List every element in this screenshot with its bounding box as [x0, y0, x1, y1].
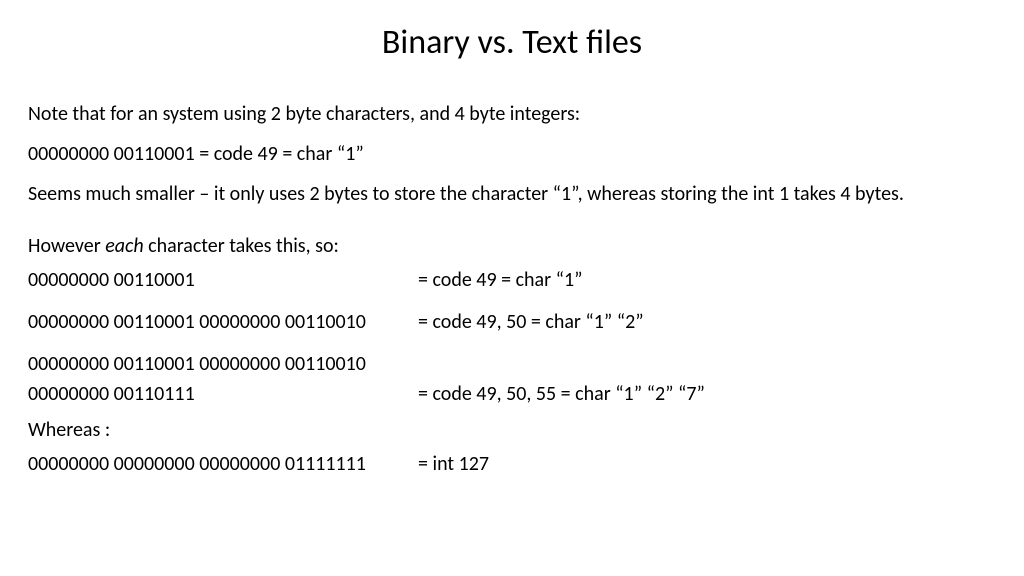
equals-cell: = code 49, 50 = char “1” “2”: [418, 309, 996, 335]
table-row: 00000000 00110001 00000000 00110010 = co…: [28, 309, 996, 335]
equals-cell: = code 49, 50, 55 = char “1” “2” “7”: [418, 381, 996, 407]
size-comparison-text: Seems much smaller – it only uses 2 byte…: [28, 181, 996, 207]
table-row: 00000000 00110001 00000000 00110010: [28, 351, 996, 377]
binary-cell: 00000000 00110001: [28, 267, 418, 293]
however-post: character takes this, so:: [144, 234, 339, 258]
equals-cell: = code 49 = char “1”: [418, 267, 996, 293]
whereas-text: Whereas :: [28, 417, 996, 443]
binary-cell: 00000000 00110001 00000000 00110010: [28, 351, 418, 377]
slide-title: Binary vs. Text files: [28, 22, 996, 63]
intro-note: Note that for an system using 2 byte cha…: [28, 101, 996, 127]
binary-cell: 00000000 00110111: [28, 381, 418, 407]
however-text: However each character takes this, so:: [28, 233, 996, 259]
binary-cell: 00000000 00110001 00000000 00110010: [28, 309, 418, 335]
equals-cell: [418, 351, 996, 377]
table-row: 00000000 00000000 00000000 01111111 = in…: [28, 451, 996, 477]
binary-cell: 00000000 00000000 00000000 01111111: [28, 451, 418, 477]
equals-cell: = int 127: [418, 451, 996, 477]
table-row: 00000000 00110001 = code 49 = char “1”: [28, 267, 996, 293]
however-emphasis: each: [105, 234, 143, 258]
however-pre: However: [28, 234, 105, 258]
example-binary-char-1: 00000000 00110001 = code 49 = char “1”: [28, 141, 996, 167]
table-row: 00000000 00110111 = code 49, 50, 55 = ch…: [28, 381, 996, 407]
